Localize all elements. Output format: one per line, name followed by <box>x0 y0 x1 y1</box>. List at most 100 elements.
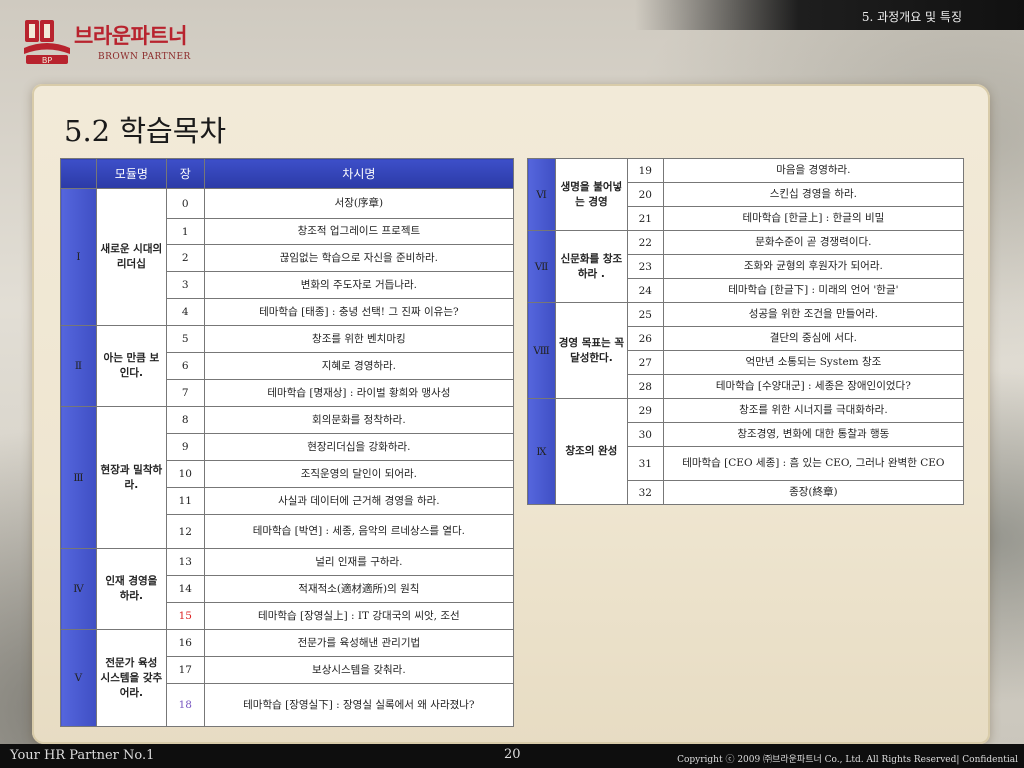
module-name: 창조의 완성 <box>554 398 628 505</box>
table-row: Ⅷ 경영 목표는 꼭 달성한다. 25 성공을 위한 조건을 만들어라. <box>527 302 965 399</box>
copyright-notice: Copyright ⓒ 2009 ㈜브라운파트너 Co., Ltd. All R… <box>677 755 1018 765</box>
svg-text:BP: BP <box>42 56 52 65</box>
chapter-number: 15 <box>165 602 205 630</box>
table-row: Ⅵ 생명을 불어넣는 경영 19 마음을 경영하라. <box>527 158 965 231</box>
module-name: 새로운 시대의 리더십 <box>95 188 167 326</box>
module-numeral: Ⅰ <box>60 188 97 326</box>
header-chapter: 장 <box>165 158 205 189</box>
chapter-number: 28 <box>626 374 664 399</box>
lesson-title: 조직운영의 달인이 되어라. <box>203 460 515 488</box>
module-name: 인재 경영을 하라. <box>95 548 167 630</box>
table-row: Ⅲ 현장과 밀착하라. 8 회의문화를 정착하라. <box>60 406 515 549</box>
chapter-number: 4 <box>165 298 205 326</box>
chapter-number: 30 <box>626 422 664 447</box>
section-label: 5. 과정개요 및 특징 <box>861 10 962 24</box>
chapter-number: 5 <box>165 325 205 353</box>
module-name: 경영 목표는 꼭 달성한다. <box>554 302 628 399</box>
lesson-title: 문화수준이 곧 경쟁력이다. <box>662 230 965 255</box>
chapter-number: 18 <box>165 683 205 727</box>
toc-table-left: 모듈명 장 차시명 Ⅰ 새로운 시대의 리더십 0 서장(序章) 1 창조적 업그레이드 … <box>60 158 515 727</box>
module-name: 신문화를 창조하라 . <box>554 230 628 303</box>
chapter-number: 3 <box>165 271 205 299</box>
lesson-title: 창조를 위한 시너지를 극대화하라. <box>662 398 965 423</box>
module-name: 생명을 불어넣는 경영 <box>554 158 628 231</box>
chapter-number: 17 <box>165 656 205 684</box>
lesson-title: 적재적소(適材適所)의 원칙 <box>203 575 515 603</box>
header-title: 차시명 <box>203 158 515 189</box>
chapter-number: 8 <box>165 406 205 434</box>
chapter-number: 25 <box>626 302 664 327</box>
page-title: 5.2 학습목차 <box>64 114 227 148</box>
chapter-number: 14 <box>165 575 205 603</box>
lesson-title: 테마학습 [CEO 세종] : 흠 있는 CEO, 그러나 완벽한 CEO <box>662 446 965 481</box>
chapter-number: 7 <box>165 379 205 407</box>
lesson-title: 결단의 중심에 서다. <box>662 326 965 351</box>
lesson-title: 창조경영, 변화에 대한 통찰과 행동 <box>662 422 965 447</box>
module-numeral: Ⅴ <box>60 629 97 727</box>
lesson-title: 스킨십 경영을 하라. <box>662 182 965 207</box>
chapter-number: 20 <box>626 182 664 207</box>
lesson-title: 테마학습 [명재상] : 라이벌 황희와 맹사성 <box>203 379 515 407</box>
chapter-number: 1 <box>165 218 205 245</box>
footer-tagline: Your HR Partner No.1 <box>10 748 155 763</box>
lesson-title: 테마학습 [한글下] : 미래의 언어 '한글' <box>662 278 965 303</box>
table-header-row: 모듈명 장 차시명 <box>60 158 515 189</box>
module-numeral: Ⅷ <box>527 302 556 399</box>
lesson-title: 종장(終章) <box>662 480 965 505</box>
chapter-number: 10 <box>165 460 205 488</box>
lesson-title: 조화와 균형의 후원자가 되어라. <box>662 254 965 279</box>
lesson-title: 테마학습 [장영실上] : IT 강대국의 씨앗, 조선 <box>203 602 515 630</box>
chapter-number: 9 <box>165 433 205 461</box>
table-row: Ⅸ 창조의 완성 29 창조를 위한 시너지를 극대화하라. <box>527 398 965 505</box>
module-numeral: Ⅲ <box>60 406 97 549</box>
chapter-number: 19 <box>626 158 664 183</box>
chapter-number: 13 <box>165 548 205 576</box>
footer-bar: Your HR Partner No.1 20 Copyright ⓒ 2009… <box>0 744 1024 768</box>
module-name: 아는 만큼 보인다. <box>95 325 167 407</box>
chapter-number: 26 <box>626 326 664 351</box>
chapter-number: 31 <box>626 446 664 481</box>
chapter-number: 0 <box>165 188 205 219</box>
brand-logo: BP 브라운파트너 BROWN PARTNER <box>22 18 192 68</box>
chapter-number: 32 <box>626 480 664 505</box>
chapter-number: 23 <box>626 254 664 279</box>
chapter-number: 2 <box>165 244 205 272</box>
logo-text-en: BROWN PARTNER <box>98 52 191 62</box>
table-row: Ⅳ 인재 경영을 하라. 13 널리 인재를 구하라. <box>60 548 515 630</box>
chapter-number: 29 <box>626 398 664 423</box>
table-row: Ⅴ 전문가 육성 시스템을 갖추어라. 16 전문가를 육성해낸 관리기법 <box>60 629 515 727</box>
lesson-title: 창조적 업그레이드 프로젝트 <box>203 218 515 245</box>
lesson-title: 사실과 데이터에 근거해 경영을 하라. <box>203 487 515 515</box>
header-roman <box>60 158 97 189</box>
chapter-number: 11 <box>165 487 205 515</box>
lesson-title: 테마학습 [태종] : 충녕 선택! 그 진짜 이유는? <box>203 298 515 326</box>
lesson-title: 현장리더십을 강화하라. <box>203 433 515 461</box>
lesson-title: 회의문화를 정착하라. <box>203 406 515 434</box>
lesson-title: 테마학습 [박연] : 세종, 음악의 르네상스를 열다. <box>203 514 515 549</box>
toc-body-right: Ⅵ 생명을 불어넣는 경영 19 마음을 경영하라. 20 스킨십 경영을 하라. 21 테마… <box>527 158 965 505</box>
module-numeral: Ⅵ <box>527 158 556 231</box>
module-numeral: Ⅸ <box>527 398 556 505</box>
lesson-title: 끊임없는 학습으로 자신을 준비하라. <box>203 244 515 272</box>
lesson-title: 지혜로 경영하라. <box>203 352 515 380</box>
module-name: 현장과 밀착하라. <box>95 406 167 549</box>
page-number: 20 <box>504 747 521 762</box>
lesson-title: 전문가를 육성해낸 관리기법 <box>203 629 515 657</box>
toc-body-left: Ⅰ 새로운 시대의 리더십 0 서장(序章) 1 창조적 업그레이드 프로젝트 2 끊임없는 … <box>60 188 515 727</box>
lesson-title: 테마학습 [한글上] : 한글의 비밀 <box>662 206 965 231</box>
logo-mark-icon: BP <box>24 20 70 65</box>
lesson-title: 변화의 주도자로 거듭나라. <box>203 271 515 299</box>
lesson-title: 마음을 경영하라. <box>662 158 965 183</box>
lesson-title: 테마학습 [수양대군] : 세종은 장애인이었다? <box>662 374 965 399</box>
module-numeral: Ⅱ <box>60 325 97 407</box>
logo-text-ko: 브라운파트너 <box>74 24 187 48</box>
chapter-number: 21 <box>626 206 664 231</box>
toc-table-right: Ⅵ 생명을 불어넣는 경영 19 마음을 경영하라. 20 스킨십 경영을 하라. 21 테마… <box>527 158 965 505</box>
lesson-title: 널리 인재를 구하라. <box>203 548 515 576</box>
chapter-number: 6 <box>165 352 205 380</box>
lesson-title: 억만년 소통되는 System 창조 <box>662 350 965 375</box>
lesson-title: 창조를 위한 벤치마킹 <box>203 325 515 353</box>
chapter-number: 24 <box>626 278 664 303</box>
header-module: 모듈명 <box>95 158 167 189</box>
chapter-number: 12 <box>165 514 205 549</box>
